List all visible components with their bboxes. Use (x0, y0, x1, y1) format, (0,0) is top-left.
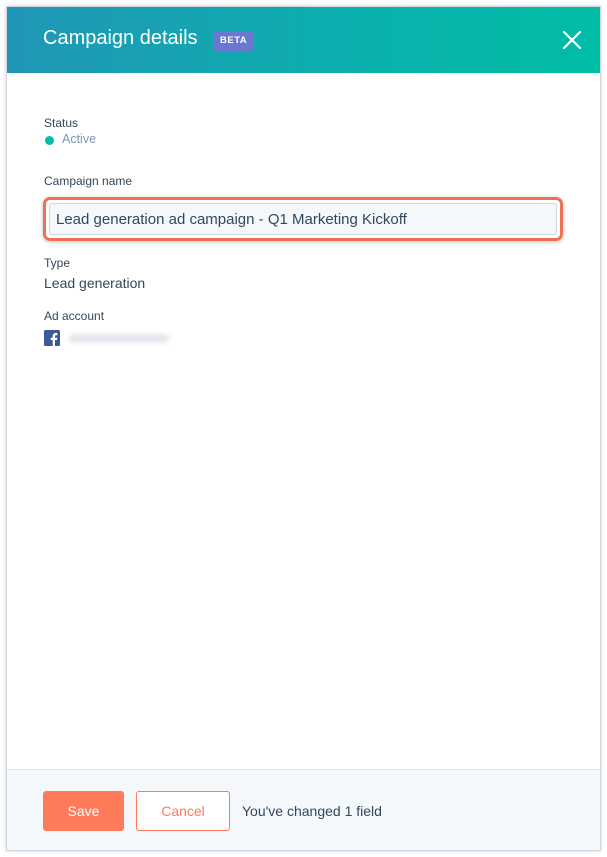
campaign-name-highlight (43, 197, 563, 241)
close-button[interactable] (557, 25, 587, 55)
type-value: Lead generation (44, 275, 146, 291)
beta-badge: BETA (213, 31, 255, 51)
status-value: Active (62, 132, 97, 146)
status-label: Status (44, 116, 79, 130)
ad-account-id-redacted (69, 334, 169, 343)
panel-header: Campaign details BETA (7, 7, 600, 73)
status-indicator-dot (45, 136, 54, 145)
campaign-details-panel: Campaign details BETA Status Active Camp… (6, 6, 601, 851)
panel-title: Campaign details (43, 27, 198, 49)
facebook-icon (44, 330, 60, 346)
panel-footer: Save Cancel You've changed 1 field (7, 769, 600, 850)
campaign-name-label: Campaign name (44, 174, 133, 188)
close-icon (562, 30, 582, 50)
cancel-button[interactable]: Cancel (136, 791, 230, 831)
campaign-name-input[interactable] (49, 203, 557, 235)
changed-fields-message: You've changed 1 field (242, 803, 382, 819)
type-label: Type (44, 256, 71, 270)
ad-account-label: Ad account (44, 309, 105, 323)
save-button[interactable]: Save (43, 791, 124, 831)
